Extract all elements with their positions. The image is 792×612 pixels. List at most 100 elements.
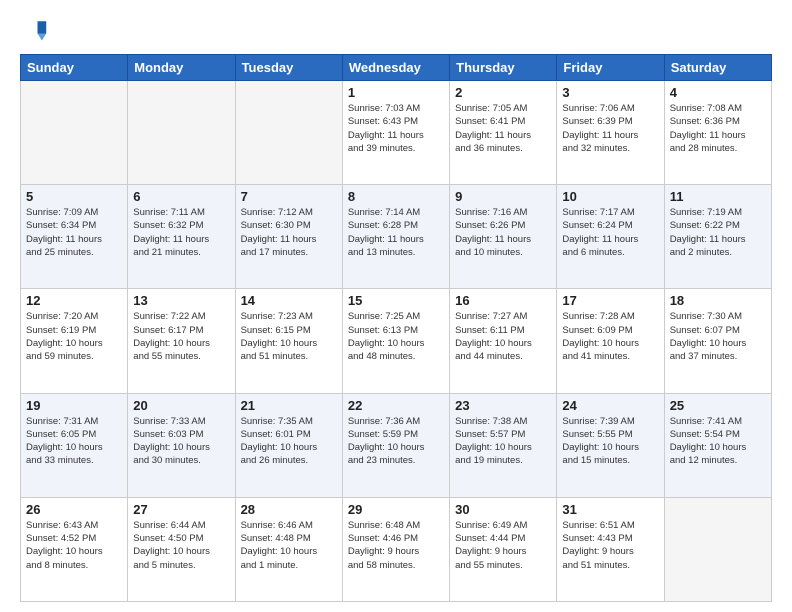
day-info: Sunrise: 7:35 AM Sunset: 6:01 PM Dayligh… <box>241 415 337 468</box>
day-info: Sunrise: 7:09 AM Sunset: 6:34 PM Dayligh… <box>26 206 122 259</box>
day-info: Sunrise: 7:36 AM Sunset: 5:59 PM Dayligh… <box>348 415 444 468</box>
day-number: 30 <box>455 502 551 517</box>
day-number: 22 <box>348 398 444 413</box>
day-info: Sunrise: 7:19 AM Sunset: 6:22 PM Dayligh… <box>670 206 766 259</box>
day-info: Sunrise: 7:25 AM Sunset: 6:13 PM Dayligh… <box>348 310 444 363</box>
calendar-week-row: 26 Sunrise: 6:43 AM Sunset: 4:52 PM Dayli… <box>21 497 772 601</box>
calendar-day: 31Sunrise: 6:51 AM Sunset: 4:43 PM Dayli… <box>557 497 664 601</box>
calendar-day: 29 Sunrise: 6:48 AM Sunset: 4:46 PM Dayli… <box>342 497 449 601</box>
day-info: Sunrise: 7:27 AM Sunset: 6:11 PM Dayligh… <box>455 310 551 363</box>
calendar-day: 4 Sunrise: 7:08 AM Sunset: 6:36 PM Daylig… <box>664 81 771 185</box>
day-info: Sunrise: 7:33 AM Sunset: 6:03 PM Dayligh… <box>133 415 229 468</box>
calendar-day: 24 Sunrise: 7:39 AM Sunset: 5:55 PM Dayli… <box>557 393 664 497</box>
day-info: Sunrise: 7:41 AM Sunset: 5:54 PM Dayligh… <box>670 415 766 468</box>
day-info: Sunrise: 6:44 AM Sunset: 4:50 PM Dayligh… <box>133 519 229 572</box>
day-info: Sunrise: 7:14 AM Sunset: 6:28 PM Dayligh… <box>348 206 444 259</box>
day-info: Sunrise: 6:48 AM Sunset: 4:46 PM Dayligh… <box>348 519 444 572</box>
calendar-day <box>128 81 235 185</box>
day-number: 24 <box>562 398 658 413</box>
calendar-day: 30Sunrise: 6:49 AM Sunset: 4:44 PM Dayli… <box>450 497 557 601</box>
weekday-header-wednesday: Wednesday <box>342 55 449 81</box>
calendar-day: 16 Sunrise: 7:27 AM Sunset: 6:11 PM Dayli… <box>450 289 557 393</box>
page: SundayMondayTuesdayWednesdayThursdayFrid… <box>0 0 792 612</box>
calendar-day: 21Sunrise: 7:35 AM Sunset: 6:01 PM Dayli… <box>235 393 342 497</box>
weekday-header-saturday: Saturday <box>664 55 771 81</box>
calendar-day: 3 Sunrise: 7:06 AM Sunset: 6:39 PM Daylig… <box>557 81 664 185</box>
day-info: Sunrise: 7:12 AM Sunset: 6:30 PM Dayligh… <box>241 206 337 259</box>
day-number: 10 <box>562 189 658 204</box>
calendar-week-row: 1 Sunrise: 7:03 AM Sunset: 6:43 PM Daylig… <box>21 81 772 185</box>
day-info: Sunrise: 7:31 AM Sunset: 6:05 PM Dayligh… <box>26 415 122 468</box>
day-number: 8 <box>348 189 444 204</box>
day-number: 1 <box>348 85 444 100</box>
day-info: Sunrise: 6:46 AM Sunset: 4:48 PM Dayligh… <box>241 519 337 572</box>
calendar-day: 18 Sunrise: 7:30 AM Sunset: 6:07 PM Dayli… <box>664 289 771 393</box>
weekday-header-sunday: Sunday <box>21 55 128 81</box>
day-info: Sunrise: 7:06 AM Sunset: 6:39 PM Dayligh… <box>562 102 658 155</box>
logo <box>20 16 52 44</box>
day-info: Sunrise: 7:17 AM Sunset: 6:24 PM Dayligh… <box>562 206 658 259</box>
calendar-day: 20 Sunrise: 7:33 AM Sunset: 6:03 PM Dayli… <box>128 393 235 497</box>
day-info: Sunrise: 7:38 AM Sunset: 5:57 PM Dayligh… <box>455 415 551 468</box>
day-number: 12 <box>26 293 122 308</box>
day-number: 7 <box>241 189 337 204</box>
calendar-day: 5 Sunrise: 7:09 AM Sunset: 6:34 PM Daylig… <box>21 185 128 289</box>
day-number: 3 <box>562 85 658 100</box>
day-number: 20 <box>133 398 229 413</box>
day-number: 31 <box>562 502 658 517</box>
day-number: 11 <box>670 189 766 204</box>
day-number: 13 <box>133 293 229 308</box>
day-number: 25 <box>670 398 766 413</box>
header <box>20 16 772 44</box>
calendar-day: 1 Sunrise: 7:03 AM Sunset: 6:43 PM Daylig… <box>342 81 449 185</box>
day-info: Sunrise: 7:22 AM Sunset: 6:17 PM Dayligh… <box>133 310 229 363</box>
day-number: 5 <box>26 189 122 204</box>
calendar-day: 17Sunrise: 7:28 AM Sunset: 6:09 PM Dayli… <box>557 289 664 393</box>
weekday-header-friday: Friday <box>557 55 664 81</box>
calendar-day: 6 Sunrise: 7:11 AM Sunset: 6:32 PM Daylig… <box>128 185 235 289</box>
generalblue-icon <box>20 16 48 44</box>
day-info: Sunrise: 6:43 AM Sunset: 4:52 PM Dayligh… <box>26 519 122 572</box>
calendar-day: 23 Sunrise: 7:38 AM Sunset: 5:57 PM Dayli… <box>450 393 557 497</box>
calendar-day: 27 Sunrise: 6:44 AM Sunset: 4:50 PM Dayli… <box>128 497 235 601</box>
day-info: Sunrise: 7:11 AM Sunset: 6:32 PM Dayligh… <box>133 206 229 259</box>
calendar-day: 10 Sunrise: 7:17 AM Sunset: 6:24 PM Dayli… <box>557 185 664 289</box>
calendar-week-row: 19Sunrise: 7:31 AM Sunset: 6:05 PM Dayli… <box>21 393 772 497</box>
calendar-day: 25 Sunrise: 7:41 AM Sunset: 5:54 PM Dayli… <box>664 393 771 497</box>
day-number: 23 <box>455 398 551 413</box>
calendar-day <box>21 81 128 185</box>
weekday-header-row: SundayMondayTuesdayWednesdayThursdayFrid… <box>21 55 772 81</box>
calendar-day: 12Sunrise: 7:20 AM Sunset: 6:19 PM Dayli… <box>21 289 128 393</box>
calendar-day: 26 Sunrise: 6:43 AM Sunset: 4:52 PM Dayli… <box>21 497 128 601</box>
day-number: 6 <box>133 189 229 204</box>
day-number: 14 <box>241 293 337 308</box>
calendar-day: 13 Sunrise: 7:22 AM Sunset: 6:17 PM Dayli… <box>128 289 235 393</box>
calendar-day: 2 Sunrise: 7:05 AM Sunset: 6:41 PM Daylig… <box>450 81 557 185</box>
calendar-day: 9Sunrise: 7:16 AM Sunset: 6:26 PM Daylig… <box>450 185 557 289</box>
weekday-header-monday: Monday <box>128 55 235 81</box>
calendar-day: 7 Sunrise: 7:12 AM Sunset: 6:30 PM Daylig… <box>235 185 342 289</box>
calendar-table: SundayMondayTuesdayWednesdayThursdayFrid… <box>20 54 772 602</box>
day-number: 29 <box>348 502 444 517</box>
day-number: 2 <box>455 85 551 100</box>
calendar-day: 14Sunrise: 7:23 AM Sunset: 6:15 PM Dayli… <box>235 289 342 393</box>
day-info: Sunrise: 7:08 AM Sunset: 6:36 PM Dayligh… <box>670 102 766 155</box>
day-number: 27 <box>133 502 229 517</box>
calendar-day <box>664 497 771 601</box>
day-number: 17 <box>562 293 658 308</box>
day-info: Sunrise: 7:16 AM Sunset: 6:26 PM Dayligh… <box>455 206 551 259</box>
day-info: Sunrise: 7:03 AM Sunset: 6:43 PM Dayligh… <box>348 102 444 155</box>
calendar-day: 11 Sunrise: 7:19 AM Sunset: 6:22 PM Dayli… <box>664 185 771 289</box>
calendar-day <box>235 81 342 185</box>
day-number: 15 <box>348 293 444 308</box>
day-number: 16 <box>455 293 551 308</box>
day-number: 18 <box>670 293 766 308</box>
calendar-day: 22 Sunrise: 7:36 AM Sunset: 5:59 PM Dayli… <box>342 393 449 497</box>
day-number: 26 <box>26 502 122 517</box>
day-info: Sunrise: 7:30 AM Sunset: 6:07 PM Dayligh… <box>670 310 766 363</box>
day-number: 4 <box>670 85 766 100</box>
calendar-day: 19Sunrise: 7:31 AM Sunset: 6:05 PM Dayli… <box>21 393 128 497</box>
day-info: Sunrise: 7:05 AM Sunset: 6:41 PM Dayligh… <box>455 102 551 155</box>
day-info: Sunrise: 7:39 AM Sunset: 5:55 PM Dayligh… <box>562 415 658 468</box>
day-number: 28 <box>241 502 337 517</box>
